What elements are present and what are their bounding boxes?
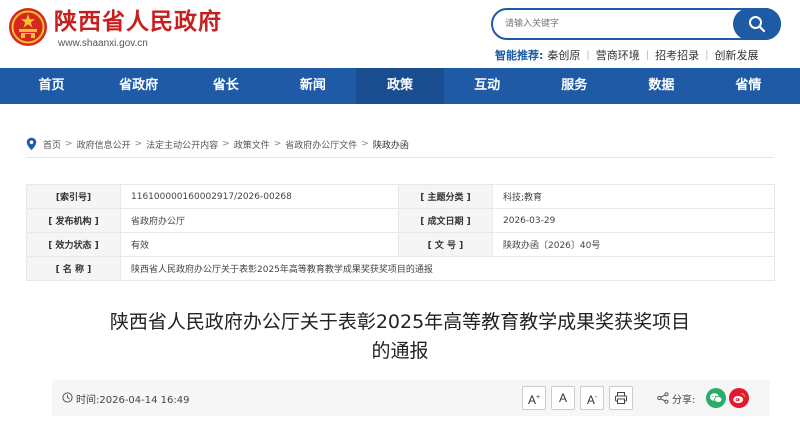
breadcrumb-separator: > — [65, 139, 73, 149]
document-name-label: [ 名 称 ] — [26, 256, 121, 281]
quick-link-recruitment[interactable]: 招考招录 — [655, 47, 699, 63]
table-row: [ 效力状态 ] 有效 [ 文 号 ] 陕政办函〔2026〕40号 — [26, 232, 775, 257]
font-increase-button[interactable]: A+ — [522, 386, 546, 410]
document-title: 陕西省人民政府办公厅关于表彰2025年高等教育教学成果奖获奖项目 的通报 — [60, 308, 740, 366]
nav-item-policy[interactable]: 政策 — [356, 68, 444, 104]
quick-link-separator: | — [586, 49, 590, 61]
font-reset-letter: A — [558, 391, 567, 405]
main-nav: 首页 省政府 省长 新闻 政策 互动 服务 数据 省情 — [0, 68, 800, 104]
location-pin-icon — [26, 137, 37, 151]
font-reset-button[interactable]: A — [551, 386, 575, 410]
quick-link-business-environment[interactable]: 营商环境 — [596, 47, 640, 63]
search-icon — [749, 16, 766, 33]
document-title-line-1: 陕西省人民政府办公厅关于表彰2025年高等教育教学成果奖获奖项目 — [109, 311, 691, 333]
nav-item-news[interactable]: 新闻 — [269, 68, 356, 104]
document-number-value: 陕政办函〔2026〕40号 — [492, 232, 775, 257]
index-number-label: [索引号] — [26, 184, 121, 209]
font-decrease-letter: A — [586, 393, 595, 407]
site-url: www.shaanxi.gov.cn — [58, 38, 148, 49]
quick-link-separator: | — [645, 49, 650, 61]
printer-icon — [615, 392, 627, 404]
breadcrumb-separator: > — [273, 139, 282, 149]
print-button[interactable] — [609, 386, 633, 410]
breadcrumb-policy-documents[interactable]: 政策文件 — [234, 138, 270, 151]
document-number-label: [ 文 号 ] — [398, 232, 493, 257]
document-info-table: [索引号] 116100000160002917/2026-00268 [ 主题… — [26, 184, 775, 281]
nav-item-province-profile[interactable]: 省情 — [705, 68, 792, 104]
font-increase-plus: + — [535, 394, 541, 401]
written-date-value: 2026-03-29 — [492, 208, 775, 233]
document-title-line-2: 的通报 — [371, 340, 429, 362]
nav-item-data[interactable]: 数据 — [618, 68, 705, 104]
font-decrease-minus: - — [594, 394, 598, 401]
breadcrumb-separator: > — [361, 139, 369, 149]
search-box — [491, 8, 781, 40]
nav-item-interaction[interactable]: 互动 — [444, 68, 531, 104]
quick-link-innovation[interactable]: 创新发展 — [715, 47, 759, 63]
quick-links: 智能推荐: 秦创原 | 营商环境 | 招考招录 | 创新发展 — [495, 47, 759, 63]
breadcrumb-info-disclosure[interactable]: 政府信息公开 — [77, 138, 131, 151]
weibo-icon — [733, 393, 745, 404]
wechat-share-button[interactable] — [706, 388, 726, 408]
article-toolbar: 时间:2026-04-14 16:49 A+ A A- 分享: — [52, 380, 770, 416]
table-row: [索引号] 116100000160002917/2026-00268 [ 主题… — [26, 184, 775, 209]
clock-icon — [62, 392, 73, 403]
search-input[interactable] — [505, 14, 735, 34]
font-decrease-button[interactable]: A- — [580, 386, 604, 410]
weibo-share-button[interactable] — [729, 388, 749, 408]
nav-item-home[interactable]: 首页 — [8, 68, 95, 104]
issuing-agency-value: 省政府办公厅 — [120, 208, 399, 233]
quick-link-separator: | — [705, 49, 709, 61]
breadcrumb-current[interactable]: 陕政办函 — [373, 138, 409, 151]
publish-time-label: 时间: — [76, 395, 100, 406]
breadcrumb-home[interactable]: 首页 — [43, 138, 61, 151]
validity-status-value: 有效 — [120, 232, 399, 257]
breadcrumb-divider — [26, 157, 774, 158]
publish-time-value: 2026-04-14 16:49 — [99, 395, 190, 406]
issuing-agency-label: [ 发布机构 ] — [26, 208, 121, 233]
national-emblem-icon — [9, 8, 47, 46]
share-label: 分享: — [672, 395, 696, 406]
breadcrumb: 首页 > 政府信息公开 > 法定主动公开内容 > 政策文件 > 省政府办公厅文件… — [26, 136, 409, 152]
table-row: [ 名 称 ] 陕西省人民政府办公厅关于表彰2025年高等教育教学成果奖获奖项目… — [26, 256, 775, 281]
site-header: 陕西省人民政府 www.shaanxi.gov.cn 智能推荐: 秦创原 | 营… — [0, 0, 800, 68]
nav-item-services[interactable]: 服务 — [531, 68, 618, 104]
breadcrumb-separator: > — [222, 139, 230, 149]
quick-link-qinchuangyuan[interactable]: 秦创原 — [547, 47, 580, 63]
nav-item-provincial-government[interactable]: 省政府 — [95, 68, 182, 104]
nav-item-governor[interactable]: 省长 — [182, 68, 269, 104]
topic-category-label: [ 主题分类 ] — [398, 184, 493, 209]
topic-category-value: 科技;教育 — [492, 184, 775, 209]
search-button[interactable] — [733, 8, 781, 40]
share-icon — [657, 392, 669, 404]
table-row: [ 发布机构 ] 省政府办公厅 [ 成文日期 ] 2026-03-29 — [26, 208, 775, 233]
publish-time: 时间:2026-04-14 16:49 — [76, 391, 190, 406]
breadcrumb-office-documents[interactable]: 省政府办公厅文件 — [285, 138, 357, 151]
wechat-icon — [709, 393, 723, 403]
site-title[interactable]: 陕西省人民政府 — [54, 8, 222, 36]
index-number-value: 116100000160002917/2026-00268 — [120, 184, 399, 209]
validity-status-label: [ 效力状态 ] — [26, 232, 121, 257]
written-date-label: [ 成文日期 ] — [398, 208, 493, 233]
breadcrumb-statutory-content[interactable]: 法定主动公开内容 — [146, 138, 218, 151]
font-increase-letter: A — [527, 393, 536, 407]
document-name-value: 陕西省人民政府办公厅关于表彰2025年高等教育教学成果奖获奖项目的通报 — [120, 256, 775, 281]
quick-links-label: 智能推荐: — [495, 49, 544, 62]
breadcrumb-separator: > — [134, 139, 143, 149]
